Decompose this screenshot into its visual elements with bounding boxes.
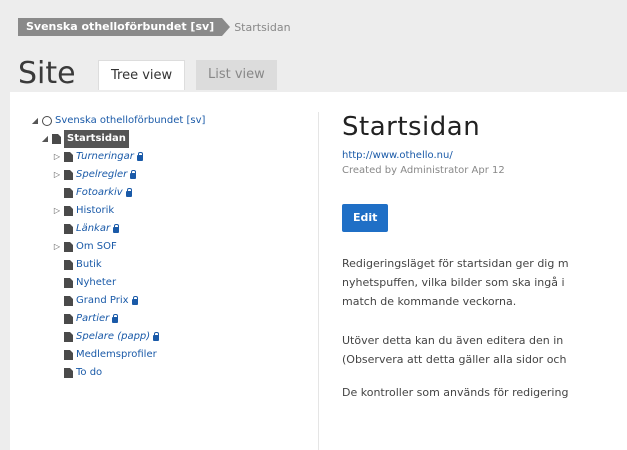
detail-meta: Created by Administrator Apr 12 [342, 165, 505, 176]
globe-icon [42, 116, 52, 126]
page-title: Site [18, 56, 76, 91]
tree-node-label[interactable]: Fotoarkiv [76, 184, 123, 202]
expanded-icon[interactable]: ◢ [40, 130, 50, 148]
document-icon [64, 188, 73, 198]
document-icon [64, 296, 73, 306]
tree-node[interactable]: Spelare (papp) [30, 328, 310, 346]
tree-node-label[interactable]: Svenska othelloförbundet [sv] [55, 112, 205, 130]
tree-node[interactable]: ▷ Spelregler [30, 166, 310, 184]
tree-node[interactable]: Länkar [30, 220, 310, 238]
breadcrumb-item-root[interactable]: Svenska othelloförbundet [sv] [18, 18, 231, 36]
detail-url-link[interactable]: http://www.othello.nu/ [342, 150, 627, 161]
tree-node-label[interactable]: Turneringar [76, 148, 134, 166]
tab-list-view[interactable]: List view [196, 60, 277, 90]
tree-node[interactable]: ▷ Om SOF [30, 238, 310, 256]
paragraph-line: De kontroller som används för redigering [342, 386, 569, 399]
tree-node[interactable]: ▷ Historik [30, 202, 310, 220]
collapsed-icon[interactable]: ▷ [52, 148, 62, 166]
lock-icon [136, 152, 143, 161]
breadcrumb-item-current: Startsidan [234, 20, 291, 34]
lock-icon [131, 296, 138, 305]
tree-node-label[interactable]: Grand Prix [76, 292, 129, 310]
lock-icon [130, 170, 137, 179]
edit-button[interactable]: Edit [342, 204, 389, 232]
tree-node-label[interactable]: Spelregler [76, 166, 127, 184]
paragraph-line: Utöver detta kan du även editera den in [342, 334, 564, 347]
collapsed-icon[interactable]: ▷ [52, 202, 62, 220]
description-paragraph-2: Utöver detta kan du även editera den in … [342, 331, 627, 369]
tree-node-label[interactable]: Partier [76, 310, 109, 328]
paragraph-line: nyhetspuffen, vilka bilder som ska ingå … [342, 276, 565, 289]
paragraph-line: match de kommande veckorna. [342, 295, 517, 308]
expanded-icon[interactable]: ◢ [30, 112, 40, 130]
tree-node-label[interactable]: To do [76, 364, 102, 382]
document-icon [64, 242, 73, 252]
tab-tree-view[interactable]: Tree view [98, 60, 186, 90]
document-icon [64, 224, 73, 234]
tree-node[interactable]: Medlemsprofiler [30, 346, 310, 364]
document-icon [52, 134, 61, 144]
document-icon [64, 314, 73, 324]
document-icon [64, 350, 73, 360]
collapsed-icon[interactable]: ▷ [52, 238, 62, 256]
document-icon [64, 206, 73, 216]
document-icon [64, 368, 73, 378]
breadcrumb: Svenska othelloförbundet [sv] Startsidan [18, 18, 291, 36]
site-tree: ◢ Svenska othelloförbundet [sv] ◢ Starts… [30, 112, 310, 382]
document-icon [64, 332, 73, 342]
description-paragraph-1: Redigeringsläget för startsidan ger dig … [342, 254, 627, 311]
description-paragraph-3: De kontroller som används för redigering [342, 383, 627, 402]
document-icon [64, 152, 73, 162]
paragraph-line: (Observera att detta gäller alla sidor o… [342, 353, 567, 366]
tree-node-label[interactable]: Historik [76, 202, 114, 220]
tree-node-label[interactable]: Nyheter [76, 274, 116, 292]
document-icon [64, 260, 73, 270]
tree-node-label[interactable]: Medlemsprofiler [76, 346, 157, 364]
lock-icon [153, 332, 160, 341]
collapsed-icon[interactable]: ▷ [52, 166, 62, 184]
tree-node-label[interactable]: Om SOF [76, 238, 117, 256]
tree-node-label[interactable]: Spelare (papp) [76, 328, 150, 346]
lock-icon [113, 224, 120, 233]
tree-node[interactable]: Fotoarkiv [30, 184, 310, 202]
tree-node-selected[interactable]: ◢ Startsidan [30, 130, 310, 148]
document-icon [64, 278, 73, 288]
tree-node[interactable]: Butik [30, 256, 310, 274]
paragraph-line: Redigeringsläget för startsidan ger dig … [342, 257, 569, 270]
tree-node[interactable]: Nyheter [30, 274, 310, 292]
detail-title: Startsidan [342, 112, 481, 142]
content-panel: ◢ Svenska othelloförbundet [sv] ◢ Starts… [10, 92, 627, 450]
tree-node-label[interactable]: Länkar [76, 220, 110, 238]
tree-children: ▷ Turneringar ▷ Spelregler Fotoarkiv ▷ Histori… [30, 148, 310, 382]
detail-pane: Startsidan http://www.othello.nu/ Create… [342, 112, 627, 402]
tree-node[interactable]: Grand Prix [30, 292, 310, 310]
lock-icon [125, 188, 132, 197]
tree-node-label[interactable]: Startsidan [64, 130, 129, 148]
tree-node-label[interactable]: Butik [76, 256, 102, 274]
tree-node[interactable]: Partier [30, 310, 310, 328]
tree-node[interactable]: ▷ Turneringar [30, 148, 310, 166]
tree-node[interactable]: To do [30, 364, 310, 382]
panel-divider [318, 112, 319, 450]
document-icon [64, 170, 73, 180]
lock-icon [112, 314, 119, 323]
tree-node-root[interactable]: ◢ Svenska othelloförbundet [sv] [30, 112, 310, 130]
